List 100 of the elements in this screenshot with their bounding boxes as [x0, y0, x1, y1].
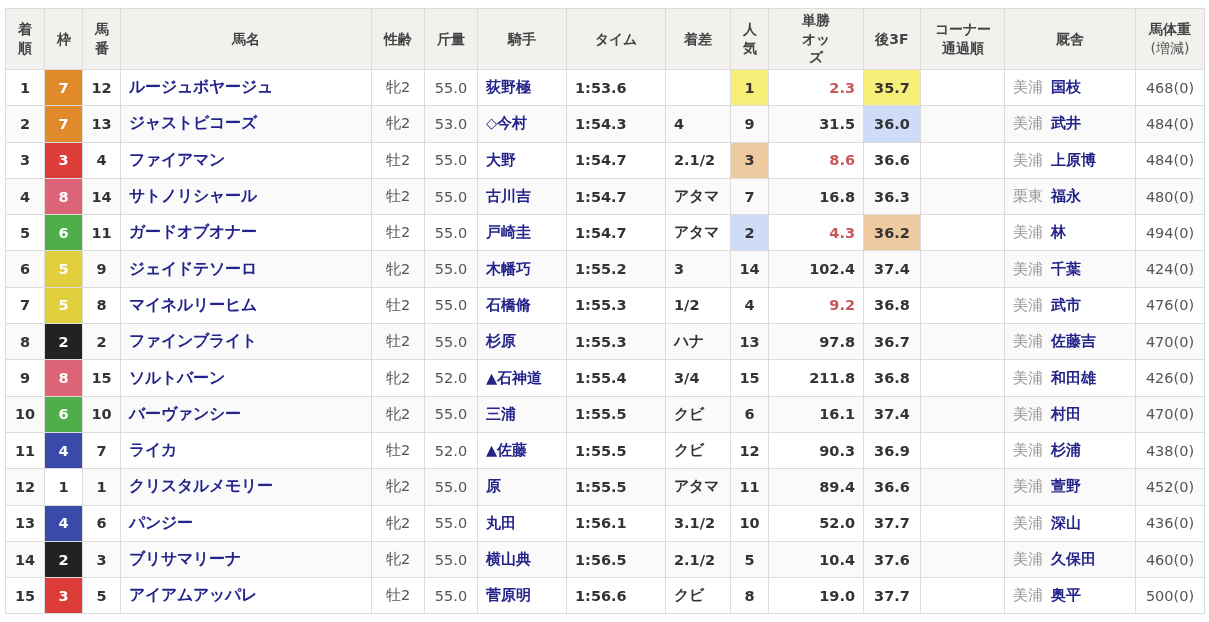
trainer-link[interactable]: 和田雄 — [1051, 369, 1096, 386]
trainer-link[interactable]: 国枝 — [1051, 79, 1081, 96]
table-cell: 牝2 — [371, 468, 425, 506]
table-cell: 480(0) — [1135, 178, 1205, 215]
trainer-link[interactable]: 奥平 — [1051, 587, 1081, 604]
table-cell: 37.4 — [863, 251, 921, 288]
table-cell: 1:55.3 — [566, 323, 666, 360]
table-cell: 102.4 — [768, 251, 864, 288]
table-cell: 1:54.3 — [566, 105, 666, 143]
table-cell: 1:55.5 — [566, 396, 666, 433]
table-cell: 426(0) — [1135, 359, 1205, 397]
jockey-link[interactable]: 大野 — [486, 151, 516, 168]
table-cell: 5 — [5, 214, 45, 251]
trainer-link[interactable]: 上原博 — [1051, 151, 1096, 168]
column-header: 斤量 — [424, 8, 478, 70]
stable-region: 美浦 — [1013, 224, 1043, 241]
table-cell: 37.6 — [863, 541, 921, 578]
horse-name-link[interactable]: パンジー — [129, 512, 193, 532]
table-cell: アタマ — [665, 214, 731, 251]
gate-cell: 3 — [44, 577, 83, 614]
column-header: 着差 — [665, 8, 731, 70]
table-cell: 2.1/2 — [665, 541, 731, 578]
trainer-link[interactable]: 久保田 — [1051, 551, 1096, 567]
stable-region: 美浦 — [1013, 333, 1043, 350]
table-cell: 牡2 — [371, 323, 425, 360]
trainer-link[interactable]: 村田 — [1051, 405, 1081, 422]
table-cell: 1:55.3 — [566, 287, 666, 324]
table-cell: アタマ — [665, 178, 731, 215]
jockey-link[interactable]: 杉原 — [486, 333, 516, 350]
trainer-link[interactable]: 深山 — [1051, 514, 1081, 531]
table-cell: 31.5 — [768, 105, 864, 143]
table-cell: 7 — [82, 432, 121, 469]
table-cell: 8.6 — [768, 142, 864, 179]
stable-region: 美浦 — [1013, 551, 1043, 567]
trainer-link[interactable]: 武井 — [1051, 115, 1081, 132]
table-cell: 8 — [730, 577, 769, 614]
gate-cell: 7 — [44, 69, 83, 106]
table-cell: 7 — [730, 178, 769, 215]
stable-region: 美浦 — [1013, 296, 1043, 313]
trainer-link[interactable]: 萱野 — [1051, 478, 1081, 495]
horse-name-link[interactable]: ライカ — [129, 440, 177, 460]
table-cell: 12 — [82, 69, 121, 106]
table-cell: 牝2 — [371, 251, 425, 288]
table-cell: 55.0 — [424, 577, 478, 614]
table-cell: 36.6 — [863, 142, 921, 179]
table-cell: 55.0 — [424, 323, 478, 360]
table-cell: 52.0 — [424, 359, 478, 397]
column-header: 人気 — [730, 8, 769, 70]
table-cell: 2.1/2 — [665, 142, 731, 179]
table-cell: 10 — [82, 396, 121, 433]
table-cell: 牝2 — [371, 69, 425, 106]
trainer-link[interactable]: 武市 — [1051, 296, 1081, 313]
table-cell: 9 — [5, 359, 45, 397]
table-cell: クビ — [665, 432, 731, 469]
table-cell: 12 — [730, 432, 769, 469]
table-cell: 1:55.5 — [566, 432, 666, 469]
trainer-link[interactable]: 杉浦 — [1051, 442, 1081, 459]
table-cell: 10 — [730, 505, 769, 542]
table-cell: 36.9 — [863, 432, 921, 469]
gate-cell: 6 — [44, 396, 83, 433]
table-cell: 11 — [82, 214, 121, 251]
trainer-link[interactable]: 佐藤吉 — [1051, 333, 1096, 350]
trainer-link[interactable]: 福永 — [1051, 188, 1081, 205]
table-cell: 460(0) — [1135, 541, 1205, 578]
table-cell: 89.4 — [768, 468, 864, 506]
stable-region: 美浦 — [1013, 151, 1043, 168]
table-cell: 35.7 — [863, 69, 921, 106]
table-cell: 1:55.4 — [566, 359, 666, 397]
column-header: 枠 — [44, 8, 83, 70]
trainer-link[interactable]: 林 — [1051, 224, 1066, 241]
table-cell: 牝2 — [371, 505, 425, 542]
table-cell: 55.0 — [424, 69, 478, 106]
table-cell: 14 — [5, 541, 45, 578]
gate-cell: 4 — [44, 432, 83, 469]
table-cell: 470(0) — [1135, 323, 1205, 360]
stable-region: 美浦 — [1013, 478, 1043, 495]
table-cell: 52.0 — [424, 432, 478, 469]
jockey-link[interactable]: 原 — [486, 478, 501, 495]
stable-region: 美浦 — [1013, 79, 1043, 96]
table-cell: 牝2 — [371, 105, 425, 143]
table-cell: 90.3 — [768, 432, 864, 469]
table-cell: 1:54.7 — [566, 214, 666, 251]
table-cell: 37.7 — [863, 577, 921, 614]
table-cell: 3.1/2 — [665, 505, 731, 542]
table-cell: 1:56.1 — [566, 505, 666, 542]
table-cell: 55.0 — [424, 396, 478, 433]
jockey-link[interactable]: 丸田 — [486, 514, 516, 531]
trainer-link[interactable]: 千葉 — [1051, 260, 1081, 277]
table-cell: クビ — [665, 577, 731, 614]
stable-region: 美浦 — [1013, 260, 1043, 277]
table-cell: 4 — [665, 105, 731, 143]
table-cell: 4.3 — [768, 214, 864, 251]
stable-region: 美浦 — [1013, 115, 1043, 132]
table-cell: 3 — [82, 541, 121, 578]
table-cell: 12 — [5, 468, 45, 506]
table-cell: 3 — [730, 142, 769, 179]
table-cell: 1 — [5, 69, 45, 106]
stable-region: 美浦 — [1013, 514, 1043, 531]
jockey-link[interactable]: 三浦 — [486, 405, 516, 422]
gate-cell: 3 — [44, 142, 83, 179]
